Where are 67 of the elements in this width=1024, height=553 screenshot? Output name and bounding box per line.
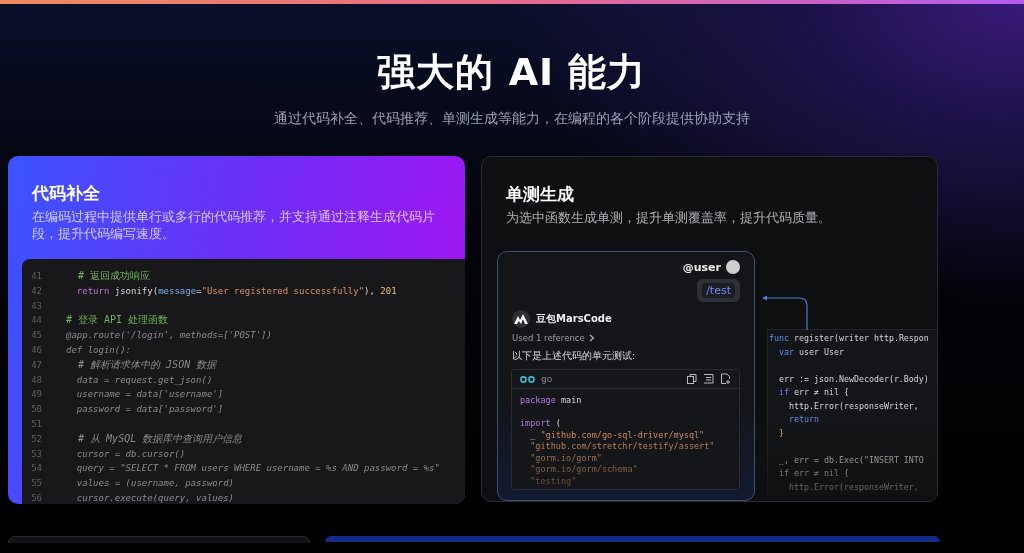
line-number: 54 [30, 462, 43, 476]
code-line: query = "SELECT * FROM users WHERE username = %s AND password = %s" [75, 462, 440, 476]
line-number: 51 [30, 417, 43, 431]
line-number: 48 [30, 373, 43, 387]
code-line: http.Error(responseWriter, [787, 480, 919, 494]
line-number: 53 [30, 447, 43, 461]
code-line: _ "github.com/go-sql-driver/mysql" [529, 429, 705, 441]
logo-icon [512, 310, 530, 328]
card-title: 代码补全 [32, 182, 101, 204]
user-name: @user [682, 260, 721, 274]
card-title: 单测生成 [506, 183, 575, 205]
code-line: http.Error(responseWriter, [787, 399, 919, 413]
code-line: cursor = db.cursor() [75, 447, 186, 461]
line-number: 42 [30, 284, 43, 298]
code-line: data = request.get_json() [75, 373, 213, 387]
code-line: import ( [520, 418, 561, 430]
code-line: } [778, 426, 784, 440]
code-line: "github.com/stretchr/testify/assert" [529, 441, 715, 453]
language-label: go [541, 374, 553, 384]
line-number: 45 [30, 329, 43, 343]
code-line: return [787, 413, 819, 426]
chevron-icon [588, 334, 595, 342]
card-description: 在编码过程中提供单行或多行的代码推荐，并支持通过注释生成代码片段，提升代码编写速度。 [32, 208, 436, 242]
line-number: 52 [30, 432, 43, 446]
code-line: if err ≠ nil { [778, 386, 849, 399]
line-number: 46 [30, 344, 43, 357]
code-line: def login(): [66, 344, 132, 357]
code-line: "testing" [529, 475, 577, 487]
code-line: # 登录 API 处理函数 [66, 313, 169, 328]
line-number: 41 [30, 270, 43, 283]
chat-message: 以下是上述代码的单元测试: [512, 350, 637, 363]
code-line: username = data['username'] [75, 388, 224, 402]
line-number: 50 [30, 403, 43, 417]
code-line: var user User [778, 345, 844, 359]
go-logo-icon [520, 375, 536, 383]
line-number: 55 [30, 477, 43, 491]
code-line: password = data['password'] [75, 403, 224, 417]
code-line: return jsonify(message="User registered successfully"), 201 [75, 284, 397, 298]
card-description: 为选中函数生成单测，提升单测覆盖率，提升代码质量。 [506, 209, 832, 226]
new-file-icon[interactable] [720, 373, 731, 385]
copy-icon[interactable] [686, 373, 697, 385]
code-line: package main [520, 395, 582, 407]
code-line: func register(writer http.Respon [769, 332, 929, 345]
assistant-name: 豆包MarsCode [536, 312, 612, 326]
code-line: @app.route('/login', methods=['POST']) [66, 329, 272, 343]
arrow [761, 294, 811, 330]
line-number: 43 [30, 299, 43, 313]
code-line: # 解析请求体中的 JSON 数据 [77, 357, 217, 372]
reference-link[interactable]: Used 1 reference [512, 333, 595, 343]
code-line: # 从 MySQL 数据库中查询用户信息 [77, 431, 243, 446]
section-subtitle: 通过代码补全、代码推荐、单测生成等能力，在编程的各个阶段提供协助支持 [273, 109, 751, 128]
line-number: 44 [30, 314, 43, 328]
code-line: cursor.execute(query, values) [75, 491, 234, 504]
insert-icon[interactable] [703, 373, 714, 385]
line-number: 47 [30, 358, 43, 372]
code-line: "gorm.io/gorm" [529, 452, 602, 464]
code-line: values = (username, password) [75, 477, 234, 491]
avatar-icon [726, 260, 740, 274]
code-line: if err ≠ nil { [778, 467, 849, 480]
code-line: _, err = db.Exec("INSERT INTO [778, 453, 924, 467]
command-chip: /test [702, 283, 735, 298]
line-number: 49 [30, 388, 43, 402]
section-title: 强大的 AI 能力 [376, 49, 648, 96]
line-number: 56 [30, 491, 43, 504]
code-line: # 返回成功响应 [77, 269, 151, 283]
code-line: err := json.NewDecoder(r.Body) [778, 372, 929, 386]
code-line: "gorm.io/gorm/schema" [529, 464, 638, 476]
